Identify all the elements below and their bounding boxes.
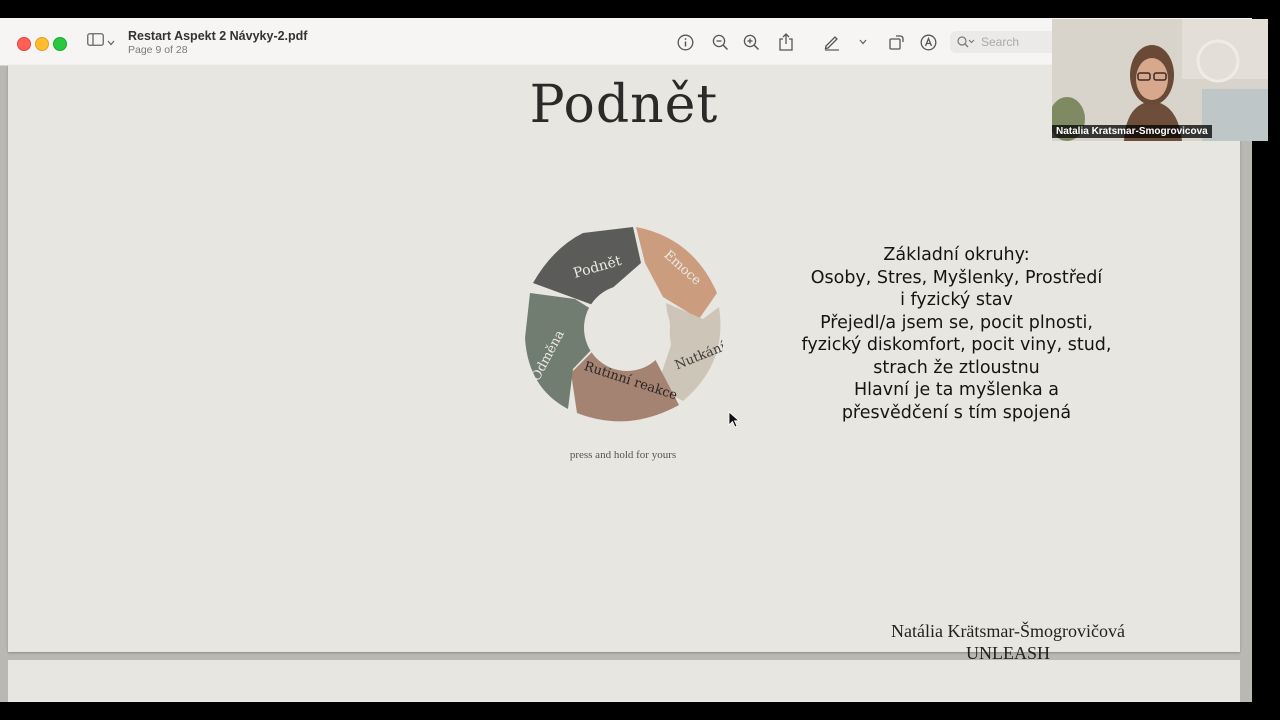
body-line: i fyzický stav xyxy=(900,290,1013,310)
body-line: Hlavní je ta myšlenka a xyxy=(853,380,1060,400)
share-icon[interactable] xyxy=(776,32,796,52)
rotate-icon[interactable] xyxy=(886,32,906,52)
sidebar-icon xyxy=(87,33,104,51)
body-line: fyzický diskomfort, pocit viny, stud, xyxy=(801,335,1112,355)
minimize-window-button[interactable] xyxy=(35,37,49,51)
participant-video xyxy=(1052,19,1268,141)
chevron-down-icon[interactable] xyxy=(853,32,873,52)
search-icon xyxy=(957,36,975,48)
zoom-window-button[interactable] xyxy=(53,37,67,51)
close-window-button[interactable] xyxy=(17,37,31,51)
body-line: Osoby, Stres, Myšlenky, Prostředí xyxy=(810,267,1103,288)
chevron-down-icon xyxy=(107,33,115,51)
diagram-caption: press and hold for yours xyxy=(569,449,677,461)
slide-body-text: Základní okruhy: Osoby, Stres, Myšlenky,… xyxy=(778,244,1135,424)
habit-cycle-diagram: Podnět Emoce Nutkání Rutinní reakce Odmě… xyxy=(525,227,723,422)
webcam-video-tile: Natalia Kratsmar-Smogrovicova xyxy=(1052,19,1268,141)
mouse-cursor-icon xyxy=(728,411,740,428)
search-input[interactable] xyxy=(979,34,1055,50)
author-name: Natália Krätsmar-Šmogrovičová xyxy=(890,621,1126,641)
document-title: Restart Aspekt 2 Návyky-2.pdf xyxy=(128,29,308,43)
author-block: Natália Krätsmar-Šmogrovičová UNLEASH xyxy=(858,620,1158,664)
next-pdf-page xyxy=(8,660,1240,702)
body-line: strach že ztloustnu xyxy=(873,357,1040,378)
markup-pen-icon[interactable] xyxy=(822,32,842,52)
search-field[interactable] xyxy=(950,31,1060,53)
pdf-page: Podnět Podnět Emoce Nutkání Rutinní reak… xyxy=(8,65,1240,663)
sidebar-toggle-button[interactable] xyxy=(87,33,121,51)
zoom-out-icon[interactable] xyxy=(710,32,730,52)
body-line: Přejedl/a jsem se, pocit plnosti, xyxy=(820,312,1093,333)
body-line: přesvědčení s tím spojená xyxy=(841,402,1072,423)
body-line: Základní okruhy: xyxy=(883,245,1030,265)
page-indicator: Page 9 of 28 xyxy=(128,44,188,56)
participant-name-label: Natalia Kratsmar-Smogrovicova xyxy=(1052,125,1212,138)
zoom-in-icon[interactable] xyxy=(741,32,761,52)
annotate-icon[interactable] xyxy=(918,32,938,52)
info-icon[interactable] xyxy=(675,32,695,52)
